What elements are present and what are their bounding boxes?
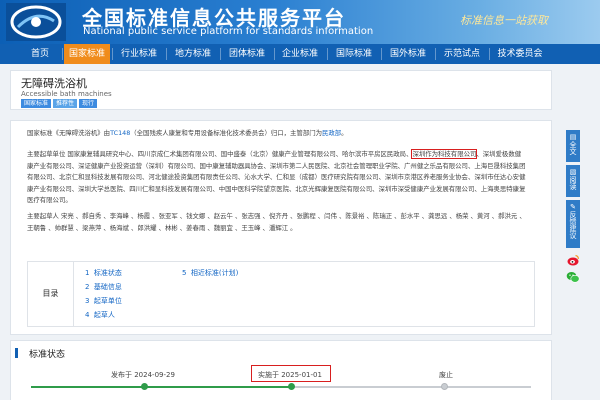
drafting-units-text: 、深圳爱极数健康产业有限公司、深证健康产业投资运营（深圳）有限公司、国中康复辅助… — [27, 150, 526, 205]
abolished-label: 废止 — [439, 371, 453, 379]
nav-item-home[interactable]: 首页 — [22, 44, 58, 64]
nav-divider — [435, 48, 436, 60]
tag-national-standard: 国家标准 — [21, 99, 52, 108]
book-icon: ▧ — [569, 168, 577, 176]
feedback-button[interactable]: ✎ 反馈建议 — [566, 200, 580, 248]
toc-item-basic-info[interactable]: 2 基础信息 — [85, 282, 122, 292]
department-link[interactable]: 民政部 — [322, 129, 341, 137]
timeline-progress — [31, 386, 291, 388]
intro-text: 。 — [341, 129, 348, 137]
implemented-date: 实施于 2025-01-01 — [258, 371, 322, 379]
platform-logo-icon[interactable] — [6, 3, 66, 41]
status-heading: 标准状态 — [29, 350, 66, 360]
nav-divider — [327, 48, 328, 60]
nav-item-international-standards[interactable]: 国际标准 — [331, 44, 377, 64]
wechat-icon — [566, 272, 580, 283]
toc-item-drafting-units[interactable]: 3 起草单位 — [85, 296, 122, 306]
nav-item-enterprise-standards[interactable]: 企业标准 — [277, 44, 323, 64]
drafting-units-paragraph: 主要起草单位 国家康复辅具研究中心、四川京成仁术集团有限公司、国中盛泰（北京）健… — [27, 149, 527, 207]
toc-item-drafters[interactable]: 4 起草人 — [85, 310, 115, 320]
table-of-contents: 目录 1 标准状态 2 基础信息 3 起草单位 4 起草人 5 相近标准(计划) — [27, 261, 535, 327]
weibo-icon — [567, 254, 579, 266]
standard-title: 无障碍洗浴机 — [21, 77, 87, 90]
technical-committee-link[interactable]: TC148 — [110, 129, 130, 137]
standard-title-card: 无障碍洗浴机 Accessible bath machines 国家标准 推荐性… — [10, 70, 552, 110]
nav-divider — [489, 48, 490, 60]
nav-item-technical-committee[interactable]: 技术委员会 — [492, 44, 548, 64]
tag-current: 现行 — [79, 99, 98, 108]
highlighted-unit: 深圳作为科技有限公司 — [411, 149, 478, 159]
drafters-paragraph: 主要起草人 宋亮 、郝自秀 、李海峰 、杨霞 、张亚军 、钱文娜 、赵云午 、张… — [27, 212, 526, 232]
published-date: 发布于 2024-09-29 — [111, 371, 175, 379]
site-slogan: 标准信息一站获取 — [460, 14, 548, 27]
nav-divider — [274, 48, 275, 60]
timeline-dot-implemented — [288, 383, 295, 390]
drafting-units-text: 主要起草单位 国家康复辅具研究中心、四川京成仁术集团有限公司、国中盛泰（北京）健… — [27, 150, 413, 158]
site-header: 全国标准信息公共服务平台 National public service pla… — [0, 0, 600, 44]
timeline-dot-published — [141, 383, 148, 390]
standard-detail-card: 国家标准《无障碍洗浴机》由TC148（全国残疾人康复和专用设备标准化技术委员会）… — [10, 120, 552, 335]
timeline-dot-abolished — [441, 383, 448, 390]
intro-paragraph: 国家标准《无障碍洗浴机》由TC148（全国残疾人康复和专用设备标准化技术委员会）… — [27, 128, 527, 140]
full-text-button[interactable]: ▤ 全文 — [566, 130, 580, 162]
weibo-share-icon[interactable] — [566, 253, 580, 267]
feedback-icon: ✎ — [570, 203, 576, 211]
nav-item-national-standards[interactable]: 国家标准 — [64, 44, 110, 64]
read-button[interactable]: ▧ 阅读 — [566, 165, 580, 197]
timeline-remaining — [291, 386, 531, 388]
toc-item-status[interactable]: 1 标准状态 — [85, 268, 122, 278]
standard-tags: 国家标准 推荐性 现行 — [21, 99, 98, 108]
nav-item-industry-standards[interactable]: 行业标准 — [116, 44, 162, 64]
site-title-english: National public service platform for sta… — [83, 26, 374, 37]
nav-divider — [112, 48, 113, 60]
nav-item-demo-pilots[interactable]: 示范试点 — [439, 44, 485, 64]
section-marker — [15, 348, 18, 358]
nav-item-foreign-standards[interactable]: 国外标准 — [385, 44, 431, 64]
nav-divider — [166, 48, 167, 60]
toc-label: 目录 — [28, 262, 74, 326]
tag-recommended: 推荐性 — [53, 99, 78, 108]
nav-divider — [220, 48, 221, 60]
intro-text: （全国残疾人康复和专用设备标准化技术委员会）归口，主管部门为 — [130, 129, 322, 137]
toc-item-similar-standards[interactable]: 5 相近标准(计划) — [182, 268, 238, 278]
nav-item-group-standards[interactable]: 团体标准 — [224, 44, 270, 64]
standard-english-title: Accessible bath machines — [21, 90, 112, 98]
wechat-share-icon[interactable] — [566, 270, 580, 284]
nav-item-local-standards[interactable]: 地方标准 — [170, 44, 216, 64]
nav-divider — [62, 48, 63, 60]
intro-text: 国家标准《无障碍洗浴机》由 — [27, 129, 111, 137]
standard-status-section: 标准状态 发布于 2024-09-29 实施于 2025-01-01 废止 — [10, 340, 552, 400]
main-nav: 首页 国家标准 行业标准 地方标准 团体标准 企业标准 国际标准 国外标准 示范… — [0, 44, 600, 64]
nav-divider — [381, 48, 382, 60]
document-icon: ▤ — [569, 133, 577, 141]
